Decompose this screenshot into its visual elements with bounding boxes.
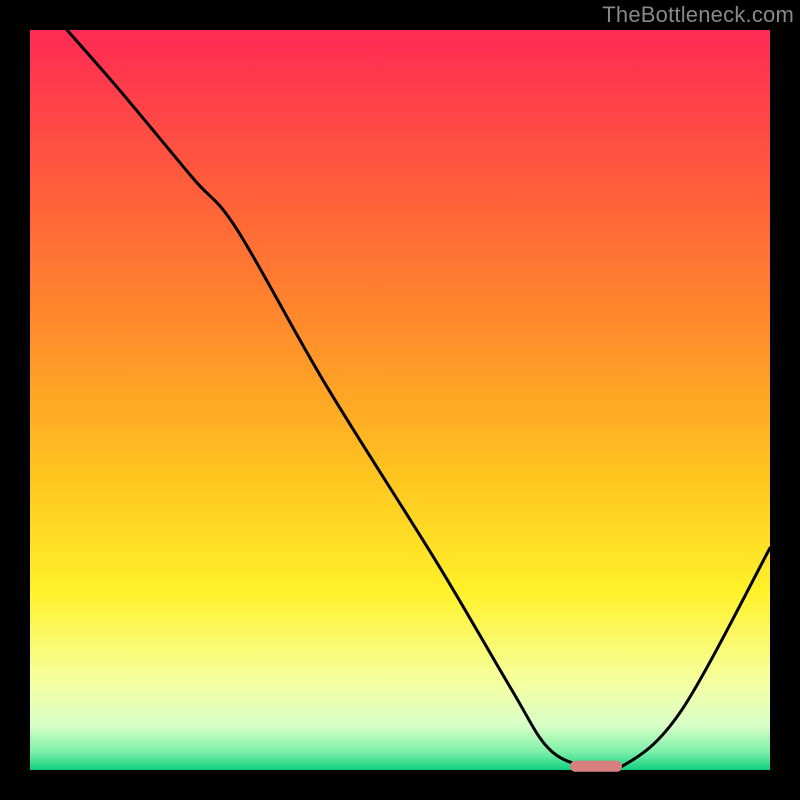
chart-background-gradient (30, 30, 770, 770)
chart-svg (0, 0, 800, 800)
optimum-marker (570, 761, 622, 772)
watermark-label: TheBottleneck.com (602, 2, 794, 28)
bottleneck-chart: TheBottleneck.com (0, 0, 800, 800)
